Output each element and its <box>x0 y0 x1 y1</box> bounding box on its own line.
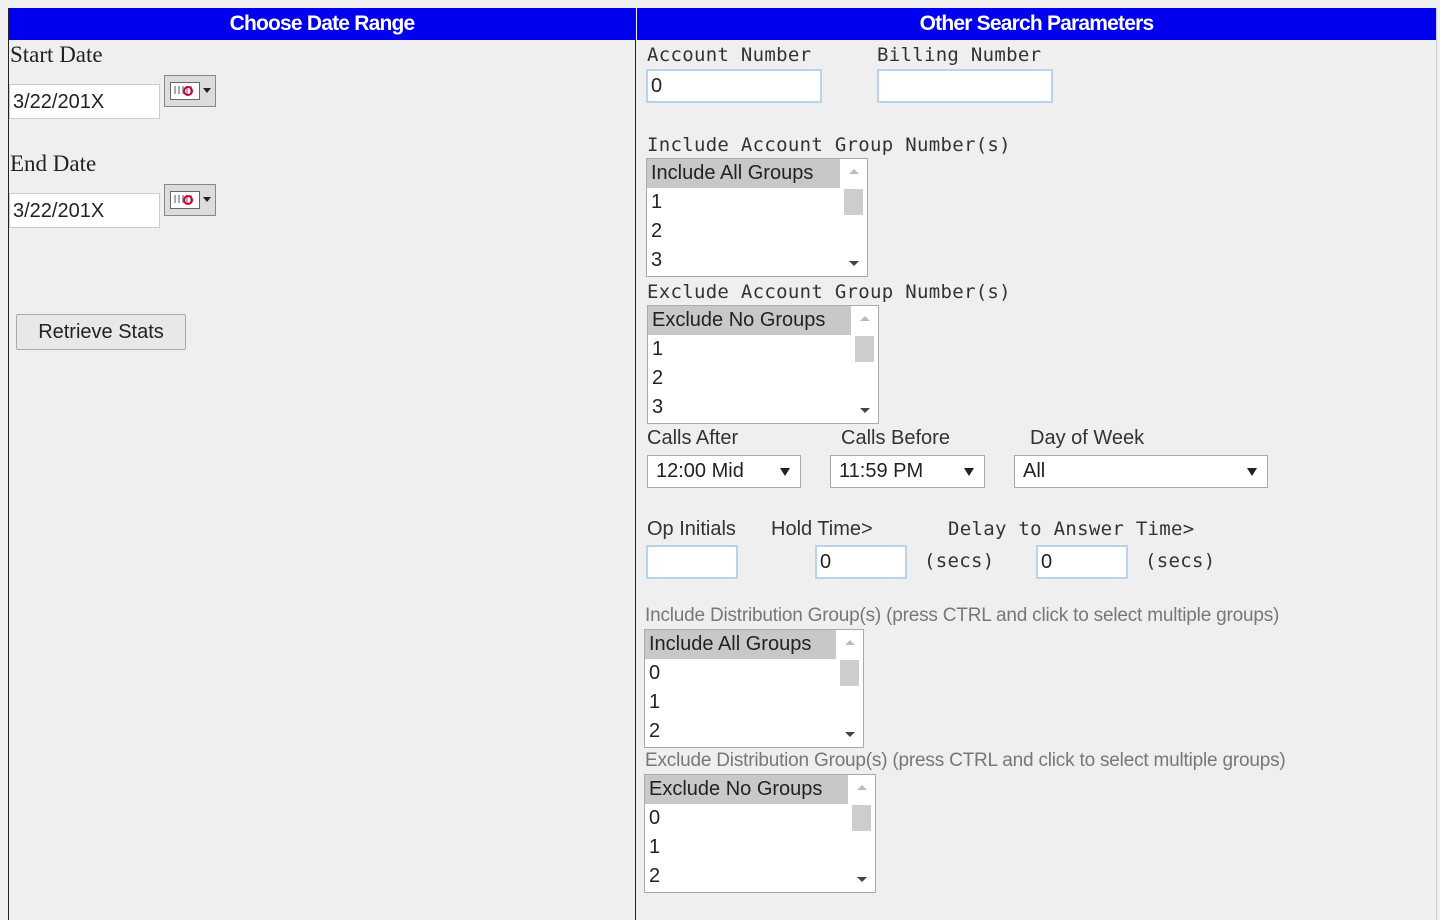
dropdown-arrow-icon <box>203 197 211 202</box>
delay-answer-input[interactable]: 0 <box>1036 545 1128 579</box>
hold-time-secs-label: (secs) <box>924 550 995 572</box>
account-number-label: Account Number <box>647 44 812 66</box>
chevron-down-icon <box>964 468 974 476</box>
list-option[interactable]: Exclude No Groups <box>648 306 878 335</box>
retrieve-stats-button[interactable]: Retrieve Stats <box>16 314 186 350</box>
day-of-week-value: All <box>1023 460 1046 482</box>
calls-before-label: Calls Before <box>841 427 950 449</box>
listbox-scrollbar[interactable] <box>851 306 878 423</box>
day-of-week-select[interactable]: All <box>1014 455 1268 488</box>
scroll-thumb[interactable] <box>840 660 859 686</box>
include-account-group-label: Include Account Group Number(s) <box>647 134 1011 156</box>
dropdown-arrow-icon <box>203 88 211 93</box>
calendar-icon <box>170 191 200 209</box>
list-option[interactable]: 1 <box>647 188 867 217</box>
end-date-input[interactable]: 3/22/201X <box>9 193 160 228</box>
end-date-calendar-button[interactable] <box>164 184 216 216</box>
start-date-label: Start Date <box>10 42 103 67</box>
include-distribution-listbox[interactable]: Include All Groups 0 1 2 <box>644 629 864 748</box>
calls-after-select[interactable]: 12:00 Mid <box>647 455 801 488</box>
calls-after-label: Calls After <box>647 427 739 449</box>
include-account-group-listbox[interactable]: Include All Groups 1 2 3 <box>646 158 868 277</box>
list-option[interactable]: 2 <box>647 217 867 246</box>
chevron-down-icon <box>1247 468 1257 476</box>
account-number-input[interactable]: 0 <box>646 69 822 103</box>
calls-before-select[interactable]: 11:59 PM <box>830 455 985 488</box>
scroll-down-icon[interactable] <box>857 877 867 882</box>
date-range-header: Choose Date Range <box>9 8 635 40</box>
hold-time-label: Hold Time> <box>771 518 873 540</box>
calls-before-value: 11:59 PM <box>839 460 924 482</box>
calendar-icon <box>170 82 200 100</box>
listbox-scrollbar[interactable] <box>848 775 875 892</box>
calls-after-value: 12:00 Mid <box>656 460 744 482</box>
include-distribution-label: Include Distribution Group(s) (press CTR… <box>645 605 1280 626</box>
start-date-input[interactable]: 3/22/201X <box>9 84 160 119</box>
scroll-down-icon[interactable] <box>849 261 859 266</box>
list-option[interactable]: 3 <box>647 246 867 275</box>
billing-number-input[interactable] <box>877 69 1053 103</box>
list-option[interactable]: 2 <box>648 364 878 393</box>
exclude-distribution-label: Exclude Distribution Group(s) (press CTR… <box>645 750 1286 771</box>
exclude-distribution-listbox[interactable]: Exclude No Groups 0 1 2 <box>644 774 876 893</box>
list-option[interactable]: Include All Groups <box>647 159 867 188</box>
list-option[interactable]: 0 <box>645 659 863 688</box>
right-border <box>1436 8 1437 920</box>
scroll-up-icon[interactable] <box>860 316 870 321</box>
scroll-up-icon[interactable] <box>857 785 867 790</box>
date-range-panel <box>8 8 636 920</box>
list-option[interactable]: 2 <box>645 862 875 891</box>
delay-answer-secs-label: (secs) <box>1145 550 1216 572</box>
day-of-week-label: Day of Week <box>1030 427 1145 449</box>
list-option[interactable]: 3 <box>648 393 878 422</box>
hold-time-input[interactable]: 0 <box>815 545 907 579</box>
list-option[interactable]: Include All Groups <box>645 630 863 659</box>
start-date-calendar-button[interactable] <box>164 75 216 107</box>
chevron-down-icon <box>780 468 790 476</box>
scroll-up-icon[interactable] <box>845 640 855 645</box>
scroll-thumb[interactable] <box>844 189 863 215</box>
exclude-account-group-label: Exclude Account Group Number(s) <box>647 281 1011 303</box>
list-option[interactable]: 1 <box>645 688 863 717</box>
delay-answer-label: Delay to Answer Time> <box>948 518 1195 540</box>
list-option[interactable]: 1 <box>645 833 875 862</box>
scroll-down-icon[interactable] <box>860 408 870 413</box>
scroll-thumb[interactable] <box>855 336 874 362</box>
scroll-thumb[interactable] <box>852 805 871 831</box>
op-initials-input[interactable] <box>646 545 738 579</box>
list-option[interactable]: 0 <box>645 804 875 833</box>
billing-number-label: Billing Number <box>877 44 1042 66</box>
scroll-up-icon[interactable] <box>849 169 859 174</box>
exclude-account-group-listbox[interactable]: Exclude No Groups 1 2 3 <box>647 305 879 424</box>
list-option[interactable]: Exclude No Groups <box>645 775 875 804</box>
search-parameters-header: Other Search Parameters <box>637 8 1436 40</box>
list-option[interactable]: 2 <box>645 717 863 746</box>
list-option[interactable]: 1 <box>648 335 878 364</box>
scroll-down-icon[interactable] <box>845 732 855 737</box>
end-date-label: End Date <box>10 151 97 176</box>
op-initials-label: Op Initials <box>647 518 736 540</box>
listbox-scrollbar[interactable] <box>840 159 867 276</box>
listbox-scrollbar[interactable] <box>836 630 863 747</box>
